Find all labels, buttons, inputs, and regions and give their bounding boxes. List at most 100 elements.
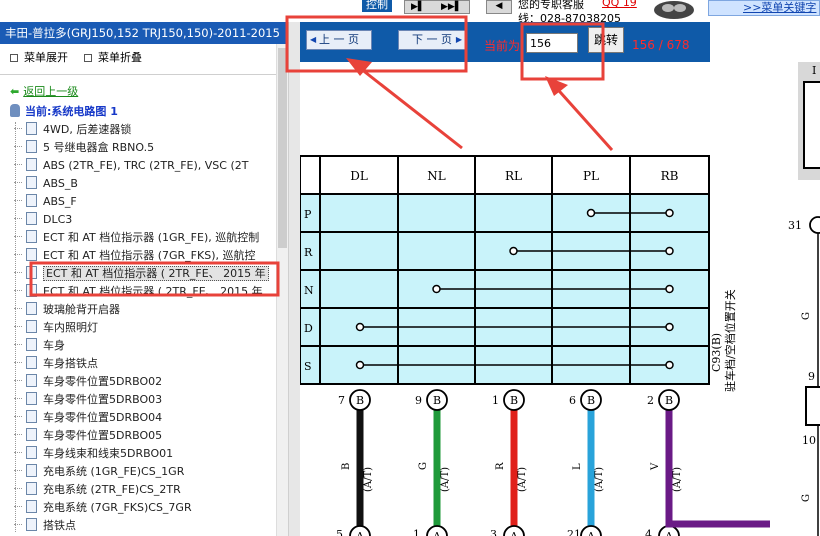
connector-letter: B [587,394,595,407]
tree-item[interactable]: 玻璃舱背开启器 [14,301,120,319]
folder-person-icon [10,104,20,117]
tree-item[interactable]: DLC3 [14,211,72,229]
tree-item[interactable]: ABS (2TR_FE), TRC (2TR_FE), VSC (2T [14,157,248,175]
tree-branch [14,218,22,219]
tree-branch [14,164,22,165]
wiring-diagram: DLNLRLPLRBPRNDSC93(B)驻车档/空档位置开关B7B(A/T)A… [300,62,820,536]
next-arrow-icon: ▶ [455,35,462,44]
column-header: DL [350,169,368,183]
step-forward-icon[interactable]: ▶▌ [411,2,425,12]
tree-branch [14,452,22,453]
tree-branch [14,470,22,471]
document-icon [26,446,37,459]
row-label: S [304,360,312,373]
right-letter: I [812,64,816,77]
document-icon [26,428,37,441]
collapse-menu-button[interactable]: 菜单折叠 [84,50,142,66]
jump-button[interactable]: 跳转 [588,27,624,53]
tree-branch [14,326,22,327]
document-icon [26,392,37,405]
tree-item[interactable]: ABS_F [14,193,77,211]
column-header: NL [427,169,446,183]
connector-letter: B [665,394,673,407]
step-back-button[interactable]: ◀ [486,0,512,14]
tree-item[interactable]: ECT 和 AT 档位指示器 ( 2TR_FE、 2015 年 [14,265,269,283]
expand-icon [10,54,18,62]
expand-menu-label: 菜单展开 [24,51,68,64]
current-page-label: 当前为 [484,39,521,53]
back-link[interactable]: ⬅ 返回上一级 [10,84,78,100]
switch-terminal [432,284,441,294]
document-icon [26,356,37,369]
scrollbar-thumb[interactable] [278,48,287,248]
qq-link[interactable]: QQ 19 [602,0,637,9]
switch-terminal [665,322,674,332]
tree-item[interactable]: ECT 和 AT 档位指示器 ( 2TR_FE、 2015 年 [14,283,263,301]
row-label: N [304,284,314,297]
row-label: D [304,322,313,335]
connector-letter: A [586,530,596,536]
tree-item[interactable]: 车身零件位置5DRBO02 [14,373,162,391]
tree-item[interactable]: 车身搭铁点 [14,355,98,373]
switch-terminal [355,322,365,332]
tree-item[interactable]: 车身零件位置5DRBO03 [14,391,162,409]
tree-item-label: 车身搭铁点 [43,357,98,370]
pin-number: 4 [645,528,652,536]
component-code: C93(B) [710,333,723,372]
wire-note: (A/T) [363,467,374,492]
next-page-button[interactable]: 下 一 页 ▶ [398,30,466,50]
tree-item-label: ECT 和 AT 档位指示器 ( 2TR_FE、 2015 年 [43,266,269,281]
connector-letter: A [355,530,365,536]
page-toolbar: ◀ 上 一 页 下 一 页 ▶ 当前为 跳转 156 / 678 [300,22,710,62]
document-icon [26,482,37,495]
menu-keyword-link[interactable]: >>菜单关键字 [708,0,820,16]
wire-color-code: G [418,462,429,470]
tree-item-label: ECT 和 AT 档位指示器 (1GR_FE), 巡航控制 [43,231,260,244]
tree-scrollbar[interactable] [276,44,288,536]
right-component-box [803,81,820,169]
component-name: 驻车档/空档位置开关 [723,289,737,392]
tree-item[interactable]: ABS_B [14,175,78,193]
wire-color-code: L [572,463,583,470]
tree-item[interactable]: 车身线束和线束5DRBO01 [14,445,173,463]
connector-letter: B [510,394,518,407]
tree-item[interactable]: 车身零件位置5DRBO04 [14,409,162,427]
switch-terminal [665,246,674,256]
wire-note: (A/T) [594,467,605,492]
column-header: RB [661,169,679,183]
tree-item[interactable]: 搭铁点 [14,517,76,535]
document-icon [26,374,37,387]
tree-item[interactable]: ECT 和 AT 档位指示器 (1GR_FE), 巡航控制 [14,229,259,247]
tree-item[interactable]: 车身 [14,337,65,355]
tree-item[interactable]: 车内照明灯 [14,319,98,337]
tree-item[interactable]: ECT 和 AT 档位指示器 (7GR_FKS), 巡航控 [14,247,256,265]
skip-end-icon[interactable]: ▶▶▌ [441,2,462,12]
switch-terminal [665,284,674,294]
tree-item-list: 4WD, 后差速器锁 5 号继电器盒 RBNO.5 ABS (2TR_FE), TR… [0,120,276,536]
pin-number: 10 [802,434,816,447]
tree-item[interactable]: 4WD, 后差速器锁 [14,121,131,139]
robot-mascot-icon [648,0,700,20]
tree-item-label: 4WD, 后差速器锁 [43,123,132,136]
tree-branch [14,128,22,129]
tree-item[interactable]: 充电系统 (1GR_FE)CS_1GR [14,463,184,481]
tree-branch [14,146,22,147]
navigation-tree-panel: 菜单展开 菜单折叠 ⬅ 返回上一级 当前:系统电路图 1 4WD, 后差速器锁 5 … [0,44,288,536]
tree-item-label: 车内照明灯 [43,321,98,334]
expand-menu-button[interactable]: 菜单展开 [10,50,68,66]
playback-controls[interactable]: ▶▌ ▶▶▌ [404,0,470,14]
document-icon [26,212,37,225]
prev-page-button[interactable]: ◀ 上 一 页 [306,30,372,50]
prev-page-label: 上 一 页 [319,33,359,46]
tree-item[interactable]: 充电系统 (2TR_FE)CS_2TR [14,481,181,499]
connector-pin [809,216,820,234]
switch-terminal [355,360,365,370]
document-icon [26,248,37,261]
tree-item[interactable]: 车身零件位置5DRBO05 [14,427,162,445]
tree-item-label: 车身零件位置5DRBO04 [43,411,163,424]
page-number-input[interactable] [526,33,578,53]
tree-item-label: DLC3 [43,213,73,226]
tree-item[interactable]: 充电系统 (7GR_FKS)CS_7GR [14,499,192,517]
wire-color-code: G [801,494,812,502]
tree-item[interactable]: 5 号继电器盒 RBNO.5 [14,139,154,157]
